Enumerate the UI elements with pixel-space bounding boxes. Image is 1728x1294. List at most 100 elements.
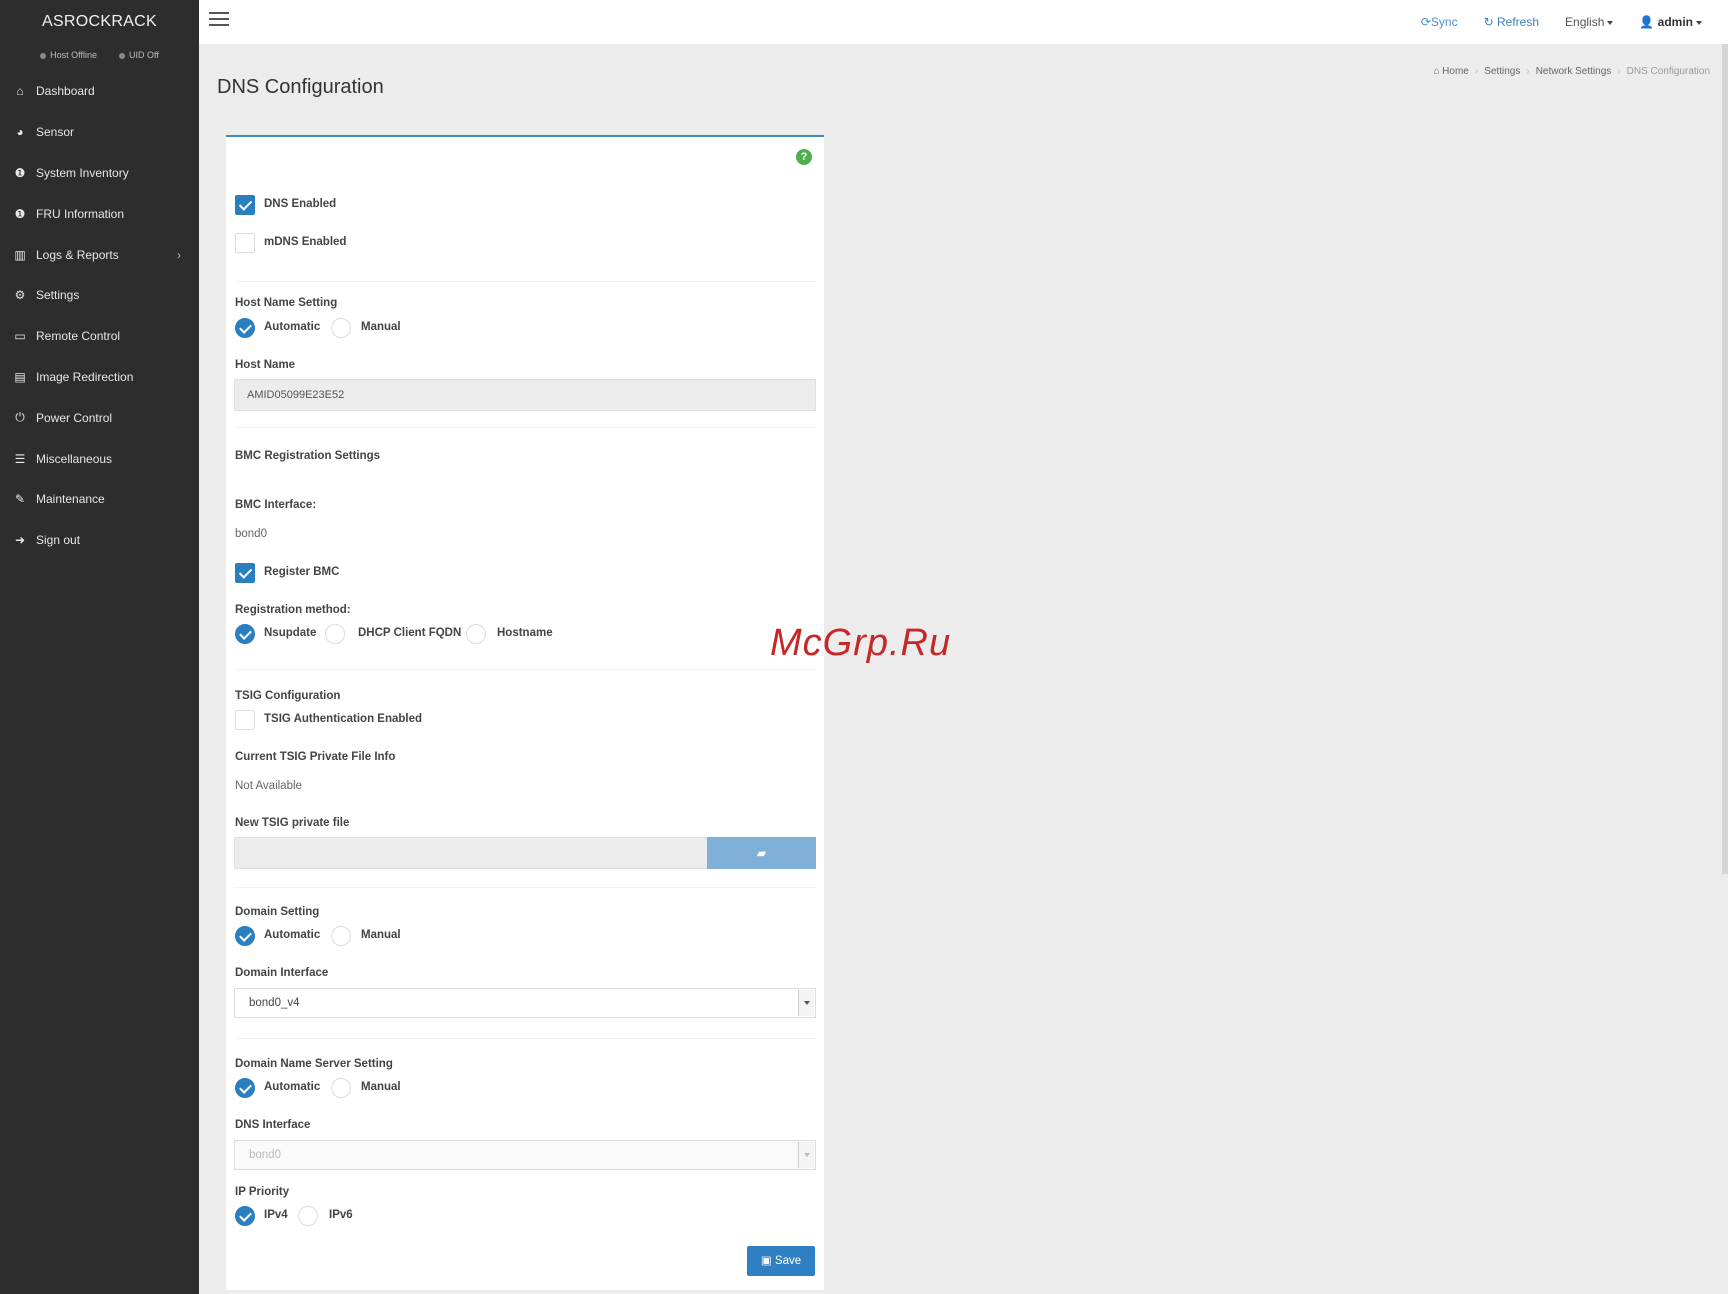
mdns-enabled-checkbox[interactable] (235, 233, 255, 253)
top-bar: ⟳Sync ↻ Refresh English 👤 admin (199, 0, 1728, 44)
breadcrumb-separator: › (1617, 66, 1621, 77)
dns-interface-label: DNS Interface (235, 1119, 311, 1131)
domain-manual-radio[interactable] (331, 926, 351, 946)
dns-config-panel: ? DNS Enabled mDNS Enabled Host Name Set… (226, 135, 824, 1290)
domain-manual-label: Manual (361, 929, 401, 941)
registration-method-label: Registration method: (235, 604, 351, 616)
divider (234, 281, 816, 282)
mdns-enabled-label: mDNS Enabled (264, 236, 347, 248)
disk-image-icon: ▤ (14, 369, 26, 384)
breadcrumb-home[interactable]: ⌂ Home (1433, 66, 1469, 77)
list-icon: ☰ (14, 451, 26, 466)
dns-enabled-checkbox[interactable] (235, 195, 255, 215)
bar-chart-icon: ▥ (14, 247, 26, 262)
sidebar: ASROCKRACK Host Offline UID Off ⌂ Dashboa… (0, 0, 199, 1294)
sidebar-item-image-redirection[interactable]: ▤ Image Redirection (0, 357, 199, 398)
sidebar-item-system-inventory[interactable]: ❶ System Inventory (0, 153, 199, 194)
register-bmc-checkbox[interactable] (235, 563, 255, 583)
ipv6-radio[interactable] (298, 1206, 318, 1226)
sign-out-icon: ➜ (14, 533, 26, 548)
sidebar-item-maintenance[interactable]: ✎ Maintenance (0, 479, 199, 520)
host-status-icon (40, 52, 47, 59)
refresh-button[interactable]: ↻ Refresh (1484, 15, 1539, 29)
brand-logo: ASROCKRACK (41, 13, 158, 30)
breadcrumb-network-settings[interactable]: Network Settings (1536, 66, 1612, 77)
registration-hostname-radio[interactable] (466, 624, 486, 644)
host-name-manual-label: Manual (361, 321, 401, 333)
divider (234, 1038, 816, 1039)
status-row: Host Offline UID Off (0, 44, 199, 66)
watermark-text: McGrp.Ru (770, 622, 952, 664)
register-bmc-label: Register BMC (264, 566, 340, 578)
sidebar-item-sensor[interactable]: ◕ Sensor (0, 112, 199, 153)
dns-enabled-label: DNS Enabled (264, 198, 337, 210)
sync-button[interactable]: ⟳Sync (1421, 15, 1458, 29)
gear-icon: ⚙ (14, 288, 26, 303)
page-title: DNS Configuration (217, 76, 384, 98)
chevron-right-icon: › (177, 247, 181, 262)
user-icon: 👤 (1639, 15, 1658, 29)
dashboard-gauge-icon: ◕ (16, 125, 24, 140)
bmc-registration-title: BMC Registration Settings (235, 450, 381, 462)
breadcrumb: ⌂ Home › Settings › Network Settings › D… (1433, 66, 1710, 77)
browse-file-button[interactable]: ▰ (707, 837, 816, 869)
host-status: Host Offline (40, 50, 97, 60)
new-tsig-label: New TSIG private file (235, 817, 350, 829)
sidebar-item-sign-out[interactable]: ➜ Sign out (0, 520, 199, 561)
breadcrumb-settings[interactable]: Settings (1484, 66, 1520, 77)
domain-automatic-label: Automatic (264, 929, 321, 941)
select-arrow-icon (798, 1142, 814, 1168)
save-button[interactable]: ▣ Save (747, 1246, 815, 1276)
divider (234, 669, 816, 670)
sidebar-item-dashboard[interactable]: ⌂ Dashboard (0, 71, 199, 112)
sidebar-item-settings[interactable]: ⚙ Settings (0, 275, 199, 316)
breadcrumb-separator: › (1474, 66, 1479, 77)
top-actions: ⟳Sync ↻ Refresh English 👤 admin (1421, 0, 1702, 44)
host-name-input[interactable]: AMID05099E23E52 (234, 379, 816, 411)
host-name-automatic-radio[interactable] (235, 318, 255, 338)
current-tsig-label: Current TSIG Private File Info (235, 751, 396, 763)
breadcrumb-current: DNS Configuration (1626, 66, 1710, 77)
sync-icon: ⟳ (1420, 15, 1431, 29)
registration-hostname-label: Hostname (497, 627, 553, 639)
tsig-file-path-input[interactable] (234, 837, 708, 869)
dns-server-manual-radio[interactable] (331, 1078, 351, 1098)
tsig-auth-checkbox[interactable] (235, 710, 255, 730)
home-icon: ⌂ (16, 84, 24, 99)
ipv4-radio[interactable] (235, 1206, 255, 1226)
sidebar-item-remote-control[interactable]: ▭ Remote Control (0, 316, 199, 357)
registration-dhcp-fqdn-radio[interactable] (325, 624, 345, 644)
dns-interface-select[interactable]: bond0 (234, 1140, 816, 1170)
domain-setting-label: Domain Setting (235, 906, 320, 918)
sidebar-item-fru-information[interactable]: ❶ FRU Information (0, 193, 199, 234)
sidebar-item-miscellaneous[interactable]: ☰ Miscellaneous (0, 438, 199, 479)
sidebar-item-logs-reports[interactable]: ▥ Logs & Reports › (0, 234, 199, 275)
select-arrow-icon (798, 990, 814, 1016)
menu-toggle-icon[interactable] (209, 12, 229, 28)
domain-automatic-radio[interactable] (235, 926, 255, 946)
sidebar-item-power-control[interactable]: ⏻ Power Control (0, 397, 199, 438)
host-name-manual-radio[interactable] (331, 318, 351, 338)
uid-status[interactable]: UID Off (119, 50, 159, 60)
breadcrumb-separator: › (1526, 66, 1530, 77)
dns-server-automatic-radio[interactable] (235, 1078, 255, 1098)
bmc-interface-value: bond0 (235, 528, 267, 540)
domain-interface-label: Domain Interface (235, 967, 329, 979)
ipv4-label: IPv4 (264, 1209, 288, 1221)
host-name-automatic-label: Automatic (264, 321, 321, 333)
wrench-icon: ✎ (14, 492, 26, 507)
user-menu[interactable]: 👤 admin (1639, 15, 1702, 29)
help-icon[interactable]: ? (796, 149, 812, 165)
domain-interface-select[interactable]: bond0_v4 (234, 988, 816, 1018)
registration-nsupdate-radio[interactable] (235, 624, 255, 644)
host-name-label: Host Name (235, 359, 296, 371)
floppy-disk-icon: ▣ (760, 1255, 775, 1267)
language-dropdown[interactable]: English (1565, 15, 1614, 29)
registration-dhcp-fqdn-label: DHCP Client FQDN (358, 627, 462, 639)
bmc-interface-label: BMC Interface: (235, 499, 317, 511)
dns-server-automatic-label: Automatic (264, 1081, 321, 1093)
folder-open-icon: ▰ (756, 846, 767, 860)
page-scrollbar[interactable] (1722, 44, 1728, 874)
divider (234, 427, 816, 428)
info-circle-icon: ❶ (14, 165, 26, 180)
